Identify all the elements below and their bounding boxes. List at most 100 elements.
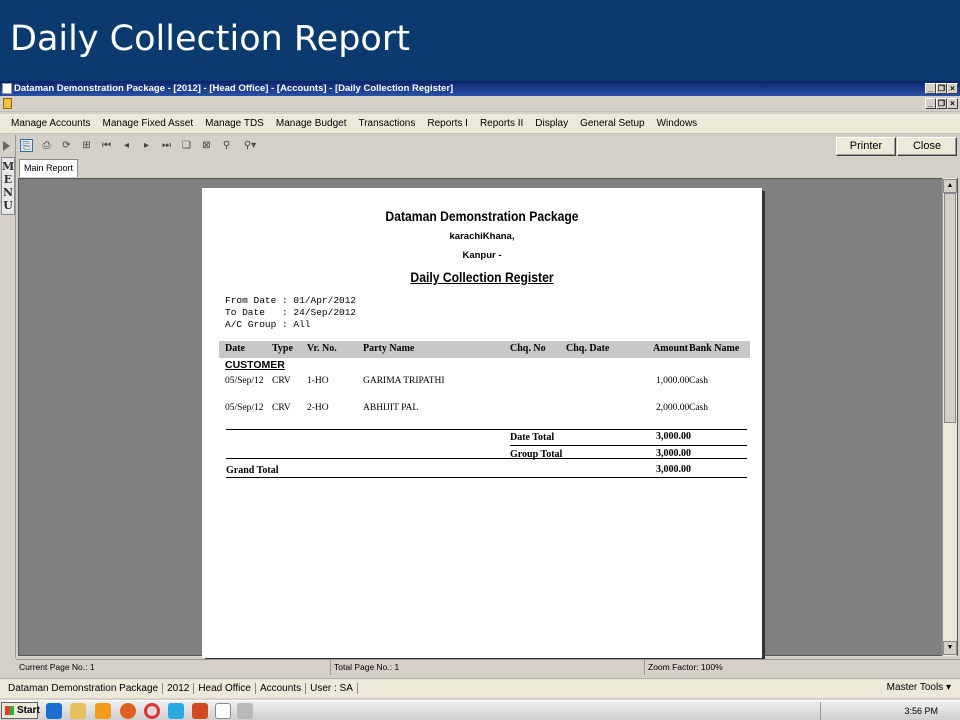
row-vrno: 1-HO	[307, 376, 329, 386]
child-minimize-button[interactable]: _	[925, 98, 936, 109]
scroll-down-icon[interactable]: ▼	[943, 641, 957, 655]
tree-icon[interactable]: ⊞	[80, 139, 93, 152]
table-row: 05/Sep/12 CRV 2-HO ABHIJIT PAL 2,000.00 …	[202, 403, 762, 417]
search-icon[interactable]: ⚲	[220, 139, 233, 152]
document-icon	[3, 98, 12, 109]
prev-page-icon[interactable]: ◂	[120, 139, 133, 152]
menu-manage-fixed-asset[interactable]: Manage Fixed Asset	[103, 118, 194, 129]
header-type: Type	[272, 343, 293, 354]
app-icon	[2, 83, 12, 94]
last-page-icon[interactable]: ⏭	[160, 139, 173, 152]
printer-button[interactable]: Printer	[836, 137, 896, 156]
grand-total-value: 3,000.00	[656, 464, 691, 475]
to-date: To Date : 24/Sep/2012	[225, 307, 357, 318]
clock[interactable]: 3:56 PM	[904, 706, 938, 716]
status-branch: Head Office	[194, 683, 256, 694]
header-amount: Amount	[653, 343, 689, 354]
date-total-label: Date Total	[510, 432, 555, 443]
ac-group: A/C Group : All	[225, 319, 311, 330]
folder-icon[interactable]	[70, 703, 86, 719]
status-year: 2012	[163, 683, 195, 694]
menu-display[interactable]: Display	[535, 118, 568, 129]
row-bank: Cash	[689, 403, 708, 413]
skype-icon[interactable]	[168, 703, 184, 719]
menu-general-setup[interactable]: General Setup	[580, 118, 645, 129]
next-page-icon[interactable]: ▸	[140, 139, 153, 152]
menu-bar: Manage Accounts Manage Fixed Asset Manag…	[0, 114, 960, 134]
report-page: Dataman Demonstration Package karachiKha…	[202, 188, 762, 658]
tab-main-report[interactable]: Main Report	[19, 159, 79, 177]
menu-manage-budget[interactable]: Manage Budget	[276, 118, 347, 129]
address-line-1: karachiKhana,	[449, 231, 515, 242]
copy-icon[interactable]: ❏	[180, 139, 193, 152]
row-party: GARIMA TRIPATHI	[363, 376, 445, 386]
side-menu-panel: MENU	[0, 135, 16, 658]
header-date: Date	[225, 343, 245, 354]
menu-reports-ii[interactable]: Reports II	[480, 118, 523, 129]
header-party-name: Party Name	[363, 343, 415, 354]
menu-manage-accounts[interactable]: Manage Accounts	[11, 118, 91, 129]
side-menu-toggle[interactable]: MENU	[1, 157, 15, 215]
status-user: User : SA	[306, 683, 358, 694]
print-icon[interactable]: ⎙	[40, 139, 53, 152]
dataman-icon[interactable]	[215, 703, 231, 719]
row-date: 05/Sep/12	[225, 403, 264, 413]
header-chq-date: Chq. Date	[566, 343, 610, 354]
expand-arrow-icon[interactable]	[3, 141, 10, 151]
media-player-icon[interactable]	[95, 703, 111, 719]
slide-title: Daily Collection Report	[0, 0, 960, 81]
total-page: Total Page No.: 1	[330, 660, 399, 675]
vertical-scrollbar[interactable]: ▲ ▼	[942, 178, 957, 656]
firefox-icon[interactable]	[120, 703, 136, 719]
start-button[interactable]: Start	[1, 702, 40, 719]
row-type: CRV	[272, 403, 291, 413]
menu-windows[interactable]: Windows	[657, 118, 698, 129]
stop-icon[interactable]: ⊠	[200, 139, 213, 152]
menu-reports-i[interactable]: Reports I	[427, 118, 468, 129]
report-title: Daily Collection Register	[410, 270, 554, 285]
app-window-icon[interactable]	[237, 703, 253, 719]
menu-transactions[interactable]: Transactions	[358, 118, 415, 129]
app-status-bar: Dataman Demonstration Package 2012 Head …	[0, 678, 960, 698]
grand-total-label: Grand Total	[226, 465, 279, 476]
child-restore-button[interactable]: ❐	[936, 98, 947, 109]
scroll-up-icon[interactable]: ▲	[943, 179, 957, 193]
report-toolbar: ⎘ ⎙ ⟳ ⊞ ⏮ ◂ ▸ ⏭ ❏ ⊠ ⚲ ⚲▾	[16, 135, 960, 156]
close-button[interactable]: Close	[897, 137, 957, 156]
window-titlebar[interactable]: Dataman Demonstration Package - [2012] -…	[0, 81, 960, 96]
divider	[226, 458, 747, 459]
header-chq-no: Chq. No	[510, 343, 546, 354]
master-tools-dropdown[interactable]: Master Tools ▾	[887, 682, 951, 693]
row-bank: Cash	[689, 376, 708, 386]
table-row: 05/Sep/12 CRV 1-HO GARIMA TRIPATHI 1,000…	[202, 376, 762, 390]
menu-manage-tds[interactable]: Manage TDS	[205, 118, 264, 129]
report-status-bar: Current Page No.: 1 Total Page No.: 1 Zo…	[16, 659, 960, 675]
header-bank-name: Bank Name	[689, 343, 740, 354]
close-window-button[interactable]: ×	[947, 83, 958, 94]
scroll-thumb[interactable]	[944, 193, 956, 423]
from-date: From Date : 01/Apr/2012	[225, 295, 357, 306]
divider	[510, 445, 747, 446]
minimize-button[interactable]: _	[925, 83, 936, 94]
window-title: Dataman Demonstration Package - [2012] -…	[14, 83, 454, 94]
date-total-value: 3,000.00	[656, 431, 691, 442]
refresh-icon[interactable]: ⟳	[60, 139, 73, 152]
row-amount: 2,000.00	[656, 403, 690, 413]
zoom-icon[interactable]: ⚲▾	[240, 139, 260, 152]
row-amount: 1,000.00	[656, 376, 690, 386]
current-page: Current Page No.: 1	[19, 662, 95, 672]
zoom-factor: Zoom Factor: 100%	[644, 660, 723, 675]
first-page-icon[interactable]: ⏮	[100, 139, 113, 152]
powerpoint-icon[interactable]	[192, 703, 208, 719]
export-icon[interactable]: ⎘	[20, 139, 33, 152]
chrome-icon[interactable]	[144, 703, 160, 719]
ie-icon[interactable]	[46, 703, 62, 719]
windows-logo-icon	[5, 706, 14, 715]
mdi-child-bar: _ ❐ ×	[0, 96, 960, 112]
group-heading: CUSTOMER	[225, 359, 285, 371]
chevron-down-icon: ▾	[945, 682, 951, 693]
restore-button[interactable]: ❐	[936, 83, 947, 94]
row-party: ABHIJIT PAL	[363, 403, 419, 413]
row-type: CRV	[272, 376, 291, 386]
child-close-button[interactable]: ×	[947, 98, 958, 109]
